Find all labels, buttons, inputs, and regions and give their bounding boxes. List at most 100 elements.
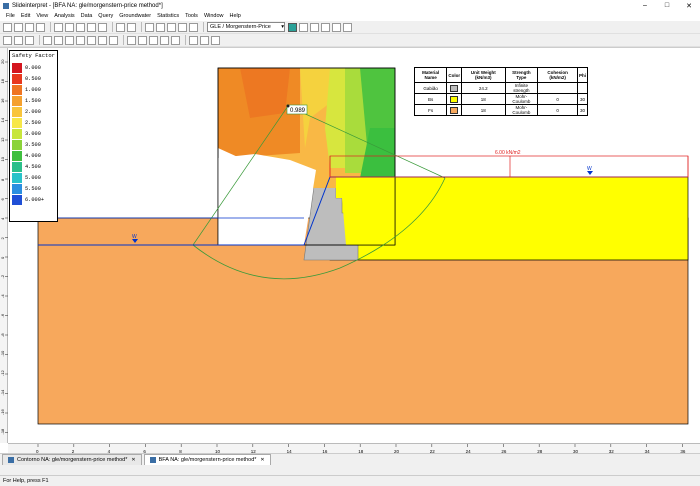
maximize-icon[interactable]: □ bbox=[656, 0, 678, 11]
print-icon[interactable] bbox=[25, 22, 34, 32]
polygon-icon[interactable] bbox=[109, 35, 118, 45]
arrow-icon[interactable] bbox=[54, 35, 63, 45]
tab-bfa[interactable]: BFA NA: gle/morgenstern-price method* ✕ bbox=[143, 454, 271, 465]
eraser-icon[interactable] bbox=[211, 35, 220, 45]
slip-center-point[interactable] bbox=[286, 104, 290, 108]
menu-bar: File Edit View Analysis Data Query Groun… bbox=[0, 11, 700, 21]
legend-label: 3.000 bbox=[25, 131, 41, 137]
minimize-icon[interactable]: – bbox=[634, 0, 656, 11]
legend-label: 0.500 bbox=[25, 76, 41, 82]
unit-weight: 24.2 bbox=[461, 82, 506, 94]
legend-icon[interactable] bbox=[25, 35, 34, 45]
material-name: Gabião bbox=[413, 82, 448, 94]
probabilistic-icon[interactable] bbox=[343, 22, 352, 32]
legend-swatch bbox=[12, 184, 22, 194]
toolbar-separator bbox=[123, 35, 124, 45]
undo-icon[interactable] bbox=[116, 22, 125, 32]
menu-edit[interactable]: Edit bbox=[18, 13, 33, 19]
legend-label: 4.000 bbox=[25, 153, 41, 159]
safety-factor-legend[interactable]: Safety Factor 0.000 0.500 1.000 1.500 2.000 2… bbox=[9, 50, 58, 222]
open-icon[interactable] bbox=[3, 22, 12, 32]
export-icon[interactable] bbox=[98, 22, 107, 32]
zoom-in-icon[interactable] bbox=[145, 22, 154, 32]
angle-icon[interactable] bbox=[138, 35, 147, 45]
align-icon[interactable] bbox=[200, 35, 209, 45]
print-preview-icon[interactable] bbox=[36, 22, 45, 32]
document-icon bbox=[8, 457, 14, 463]
contours-icon[interactable] bbox=[332, 22, 341, 32]
legend-swatch bbox=[12, 151, 22, 161]
global-minimum-icon[interactable] bbox=[288, 22, 297, 32]
menu-help[interactable]: Help bbox=[227, 13, 244, 19]
polyline-icon[interactable] bbox=[76, 35, 85, 45]
ellipse-icon[interactable] bbox=[98, 35, 107, 45]
model-canvas[interactable]: 6.00 kN/m2 0.989 W W bbox=[0, 48, 700, 443]
model-view[interactable]: 20 18 16 14 12 10 8 6 4 2 0 -2 -4 -6 -8 -10 -12 -14 -16 -18… bbox=[0, 47, 700, 454]
material-table[interactable]: Material Name Color Unit Weight (kN/m3) … bbox=[413, 67, 589, 116]
document-tabs: Contorno NA: gle/morgenstern-price metho… bbox=[0, 453, 700, 465]
zoom-window-icon[interactable] bbox=[167, 22, 176, 32]
legend-swatch bbox=[12, 118, 22, 128]
material-table-header: Material Name Color Unit Weight (kN/m3) … bbox=[413, 67, 589, 83]
toolbar-separator bbox=[141, 22, 142, 32]
dimension-icon[interactable] bbox=[127, 35, 136, 45]
legend-label: 2.500 bbox=[25, 120, 41, 126]
slice-data-icon[interactable] bbox=[321, 22, 330, 32]
app-icon bbox=[3, 2, 9, 9]
water-marker-label: W bbox=[587, 166, 592, 172]
legend-title: Safety Factor bbox=[12, 52, 55, 59]
legend-swatch bbox=[12, 195, 22, 205]
redo-icon[interactable] bbox=[127, 22, 136, 32]
chart-icon[interactable] bbox=[65, 22, 74, 32]
phi: 30 bbox=[576, 104, 589, 116]
phi: 30 bbox=[576, 93, 589, 105]
menu-file[interactable]: File bbox=[3, 13, 18, 19]
menu-analysis[interactable]: Analysis bbox=[51, 13, 77, 19]
zoom-out-icon[interactable] bbox=[156, 22, 165, 32]
legend-swatch bbox=[12, 162, 22, 172]
header-unit-weight: Unit Weight (kN/m3) bbox=[461, 67, 506, 83]
status-bar: For Help, press F1 bbox=[0, 475, 700, 486]
window-controls: – □ ✕ bbox=[634, 0, 700, 11]
legend-item: 3.500 bbox=[12, 140, 57, 150]
material-color-swatch bbox=[450, 95, 459, 103]
pan-icon[interactable] bbox=[189, 22, 198, 32]
query-point-icon[interactable] bbox=[171, 35, 180, 45]
legend-item: 1.500 bbox=[12, 96, 57, 106]
analysis-method-select[interactable]: GLE / Morgenstern-Price ▾ bbox=[207, 22, 285, 32]
menu-groundwater[interactable]: Groundwater bbox=[116, 13, 154, 19]
info-viewer-icon[interactable] bbox=[54, 22, 63, 32]
unit-weight: 18 bbox=[461, 93, 506, 105]
line-icon[interactable] bbox=[65, 35, 74, 45]
close-icon[interactable]: ✕ bbox=[131, 457, 135, 463]
flip-icon[interactable] bbox=[189, 35, 198, 45]
zoom-all-icon[interactable] bbox=[178, 22, 187, 32]
menu-tools[interactable]: Tools bbox=[182, 13, 201, 19]
legend-label: 2.000 bbox=[25, 109, 41, 115]
close-icon[interactable]: ✕ bbox=[260, 457, 264, 463]
legend-swatch bbox=[12, 140, 22, 150]
tab-contorno[interactable]: Contorno NA: gle/morgenstern-price metho… bbox=[2, 454, 142, 465]
legend-swatch bbox=[12, 85, 22, 95]
legend-label: 5.500 bbox=[25, 186, 41, 192]
table-icon[interactable] bbox=[87, 22, 96, 32]
ruler-icon[interactable] bbox=[160, 35, 169, 45]
close-icon[interactable]: ✕ bbox=[678, 0, 700, 11]
all-surfaces-icon[interactable] bbox=[299, 22, 308, 32]
strength-type: Mohr-Coulomb bbox=[504, 104, 539, 116]
menu-view[interactable]: View bbox=[33, 13, 51, 19]
text-box-icon[interactable] bbox=[43, 35, 52, 45]
rectangle-icon[interactable] bbox=[87, 35, 96, 45]
menu-data[interactable]: Data bbox=[78, 13, 96, 19]
menu-window[interactable]: Window bbox=[201, 13, 227, 19]
menu-statistics[interactable]: Statistics bbox=[154, 13, 182, 19]
window-title: Slideinterpret - [BFA NA: gle/morgenster… bbox=[12, 2, 163, 9]
measure-icon[interactable] bbox=[149, 35, 158, 45]
header-strength-type: Strength Type bbox=[504, 67, 539, 83]
histogram-icon[interactable] bbox=[76, 22, 85, 32]
filter-surfaces-icon[interactable] bbox=[310, 22, 319, 32]
select-icon[interactable] bbox=[3, 35, 12, 45]
save-icon[interactable] bbox=[14, 22, 23, 32]
display-options-icon[interactable] bbox=[14, 35, 23, 45]
menu-query[interactable]: Query bbox=[95, 13, 116, 19]
